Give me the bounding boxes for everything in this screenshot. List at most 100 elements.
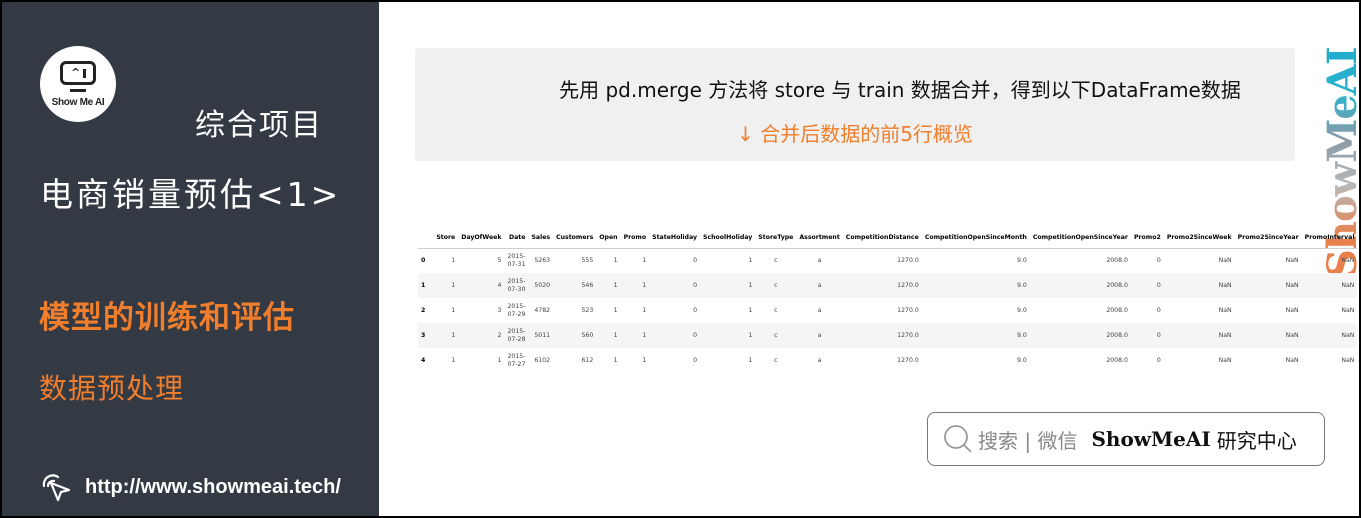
table-cell: c — [774, 257, 778, 265]
description-banner: 先用 pd.merge 方法将 store 与 train 数据合并，得到以下D… — [415, 48, 1295, 161]
topic-title: 数据预处理 — [39, 372, 185, 405]
table-cell: 555 — [581, 257, 594, 265]
sidebar: ^ Show Me AI 综合项目 电商销量预估<1> 模型的训练和评估 数据预… — [2, 2, 379, 516]
table-cell: 1 — [433, 273, 459, 298]
table-cell: NaN — [1163, 323, 1235, 348]
table-cell: 1 — [451, 307, 456, 314]
table-cell: a — [817, 357, 822, 364]
table-cell: 0 — [1156, 307, 1161, 314]
table-header-row: Store DayOfWeek Date Sales Customers Open Prom… — [418, 228, 1358, 249]
column-header: Promo2 — [1130, 228, 1164, 249]
wechat-search-box[interactable]: 搜索 | 微信 ShowMeAI 研究中心 — [927, 412, 1325, 466]
table-cell: a — [817, 257, 822, 265]
table-cell: 2008.0 — [1029, 323, 1131, 348]
table-cell: 1 — [642, 307, 647, 314]
showmeai-logo: ^ Show Me AI — [40, 46, 116, 122]
row-index: 0 — [421, 257, 426, 265]
cursor-click-icon — [42, 474, 71, 502]
table-cell: 1270.0 — [897, 257, 919, 265]
table-cell: 2 — [458, 323, 505, 348]
table-cell: 0 — [1130, 273, 1164, 298]
table-cell: NaN — [1301, 273, 1358, 298]
table-cell: 1270.0 — [897, 307, 919, 314]
table-cell: 0 — [1156, 257, 1161, 265]
table-row: 4 1 1 2015- 07-27 6102 612 1 1 0 1 c a 1270.0 9.0 2008.… — [418, 348, 1357, 373]
table-cell: 1 — [613, 257, 618, 265]
section-title: 综合项目 — [195, 108, 323, 143]
table-cell: 5 — [497, 257, 502, 265]
search-brand: ShowMeAI — [1091, 427, 1211, 451]
table-cell: NaN — [1234, 273, 1302, 298]
table-cell: NaN — [1234, 323, 1302, 348]
column-header: Open — [596, 228, 621, 249]
table-cell: 2015- 07-28 — [504, 323, 529, 348]
table-row: 1 1 4 2015- 07-30 5020 546 1 1 0 1 c a 1270.0 9.0 2008.… — [418, 273, 1358, 298]
website-url[interactable]: http://www.showmeai.tech/ — [85, 476, 341, 499]
row-index: 3 — [418, 323, 434, 348]
row-index: 1 — [418, 273, 434, 298]
table-cell: NaN — [1285, 307, 1299, 314]
table-cell: 1270.0 — [842, 323, 922, 348]
row-index: 2 — [421, 307, 426, 314]
column-header: CompetitionOpenSinceMonth — [921, 228, 1030, 249]
table-cell: 2008.0 — [1106, 357, 1128, 364]
table-row: 0 1 5 2015- 07-31 5263 555 1 1 0 1 c a 1270.0 9.0 2008.… — [418, 248, 1357, 273]
table-cell: 1 — [620, 273, 650, 298]
column-header: Customers — [553, 228, 597, 249]
table-cell: 3 — [497, 307, 502, 314]
logo-text: Show Me AI — [51, 97, 105, 108]
table-cell: NaN — [1285, 357, 1299, 364]
search-icon — [944, 425, 972, 453]
column-header: CompetitionDistance — [842, 228, 922, 249]
column-header: Store — [433, 228, 459, 249]
table-cell: 2015- 07-29 — [507, 302, 526, 318]
table-cell: 0 — [649, 323, 701, 348]
table-cell: 1 — [748, 357, 753, 364]
table-cell: NaN — [1163, 273, 1235, 298]
table-cell: 612 — [581, 357, 594, 364]
slide-frame: ^ Show Me AI 综合项目 电商销量预估<1> 模型的训练和评估 数据预… — [0, 0, 1361, 518]
column-header: Promo2SinceYear — [1234, 228, 1302, 249]
table-cell: 9.0 — [1016, 357, 1027, 364]
index-header — [418, 228, 434, 249]
table-cell: 1 — [613, 357, 618, 364]
row-index: 4 — [421, 357, 426, 364]
table-cell: 1270.0 — [897, 357, 919, 364]
table-cell: 0 — [693, 357, 698, 364]
table-cell: 5263 — [534, 257, 551, 265]
table-cell: 1 — [700, 323, 756, 348]
column-header: DayOfWeek — [458, 228, 505, 249]
table-cell: 0 — [693, 257, 698, 265]
course-title: 电商销量预估<1> — [40, 175, 342, 214]
table-cell: NaN — [1301, 323, 1358, 348]
column-header: StoreType — [755, 228, 797, 249]
table-cell: 2008.0 — [1106, 307, 1128, 314]
table-cell: 4782 — [534, 307, 551, 314]
website-link[interactable]: http://www.showmeai.tech/ — [39, 470, 341, 504]
column-header: PromoInterval — [1301, 228, 1358, 249]
table-cell: 1 — [613, 307, 618, 314]
table-cell: 9.0 — [1016, 307, 1027, 314]
table-cell: 546 — [553, 273, 597, 298]
table-cell: 9.0 — [921, 323, 1030, 348]
banner-description: 先用 pd.merge 方法将 store 与 train 数据合并，得到以下D… — [559, 78, 1241, 102]
table-cell: 2015- 07-27 — [507, 352, 526, 368]
table-cell: 1 — [642, 357, 647, 364]
table-cell: 1 — [596, 273, 621, 298]
column-header: Date — [504, 228, 529, 249]
table-cell: a — [796, 323, 843, 348]
robot-monitor-icon: ^ — [60, 61, 96, 85]
column-header: Promo2SinceWeek — [1163, 228, 1235, 249]
table-cell: 5020 — [528, 273, 554, 298]
table-cell: c — [755, 323, 797, 348]
table-cell: 2008.0 — [1106, 257, 1128, 265]
table-cell: 1 — [748, 307, 753, 314]
column-header: Sales — [528, 228, 554, 249]
table-cell: a — [817, 307, 822, 314]
table-cell: 1 — [748, 257, 753, 265]
table-cell: NaN — [1285, 257, 1299, 265]
table-cell: 0 — [1130, 323, 1164, 348]
column-header: Assortment — [796, 228, 843, 249]
table-cell: 2015- 07-31 — [507, 252, 526, 268]
table-cell: 1 — [620, 323, 650, 348]
